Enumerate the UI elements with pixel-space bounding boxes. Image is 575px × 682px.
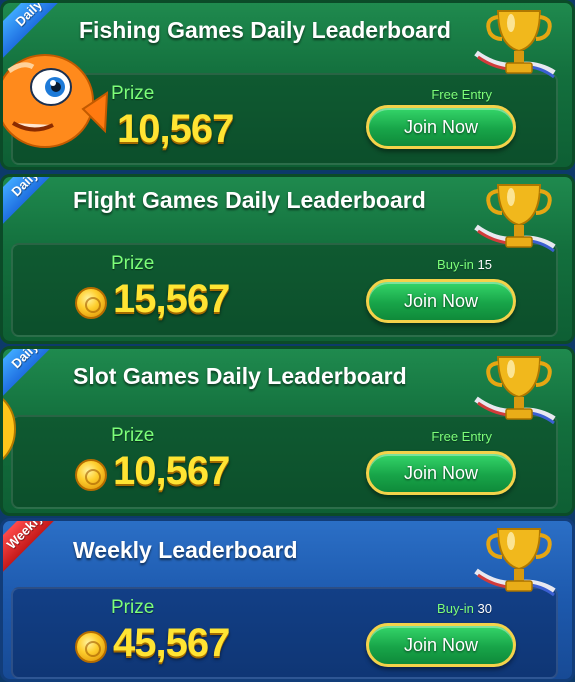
fish-mascot-icon <box>3 54 108 148</box>
join-now-button[interactable]: Join Now <box>366 279 516 323</box>
prize-label: Prize <box>111 425 155 446</box>
trophy-icon <box>474 10 556 79</box>
coin-icon <box>75 287 107 319</box>
prize-label: Prize <box>111 83 155 104</box>
coin-edge-icon <box>3 398 16 460</box>
leaderboard-card-slot: Prize 10,567 Free Entry Join Now Slot Ga… <box>0 346 575 516</box>
entry-info: Free Entry <box>431 429 492 444</box>
entry-value: 15 <box>477 257 492 272</box>
entry-info: Buy-in 30 <box>437 601 492 616</box>
entry-label: Buy-in <box>437 257 474 272</box>
prize-value: 10,567 <box>113 449 230 493</box>
join-now-button[interactable]: Join Now <box>366 451 516 495</box>
prize-label: Prize <box>111 597 155 618</box>
coin-icon <box>75 459 107 491</box>
card-title: Weekly Leaderboard <box>73 537 298 563</box>
card-title: Fishing Games Daily Leaderboard <box>79 17 451 43</box>
entry-info: Free Entry <box>431 87 492 102</box>
join-now-button[interactable]: Join Now <box>366 105 516 149</box>
prize-value: 10,567 <box>117 107 234 151</box>
daily-tag-ribbon: Daily <box>3 177 74 232</box>
prize-value: 45,567 <box>113 621 230 665</box>
entry-label: Free Entry <box>431 429 492 444</box>
leaderboard-card-weekly: Prize 45,567 Buy-in 30 Join Now Weekly L… <box>0 518 575 682</box>
card-title: Slot Games Daily Leaderboard <box>73 363 407 389</box>
weekly-tag-ribbon: Weekly <box>3 521 74 580</box>
prize-label: Prize <box>111 253 155 274</box>
leaderboard-card-fishing: Prize 10,567 Free Entry Join Now Fishing… <box>0 0 575 170</box>
leaderboard-card-flight: Prize 15,567 Buy-in 15 Join Now Flight G… <box>0 174 575 344</box>
entry-label: Free Entry <box>431 87 492 102</box>
coin-icon <box>75 631 107 663</box>
prize-value: 15,567 <box>113 277 230 321</box>
join-now-button[interactable]: Join Now <box>366 623 516 667</box>
trophy-icon <box>474 184 556 253</box>
trophy-icon <box>474 528 556 597</box>
entry-info: Buy-in 15 <box>437 257 492 272</box>
entry-value: 30 <box>477 601 492 616</box>
card-title: Flight Games Daily Leaderboard <box>73 187 426 213</box>
entry-label: Buy-in <box>437 601 474 616</box>
trophy-icon <box>474 356 556 425</box>
